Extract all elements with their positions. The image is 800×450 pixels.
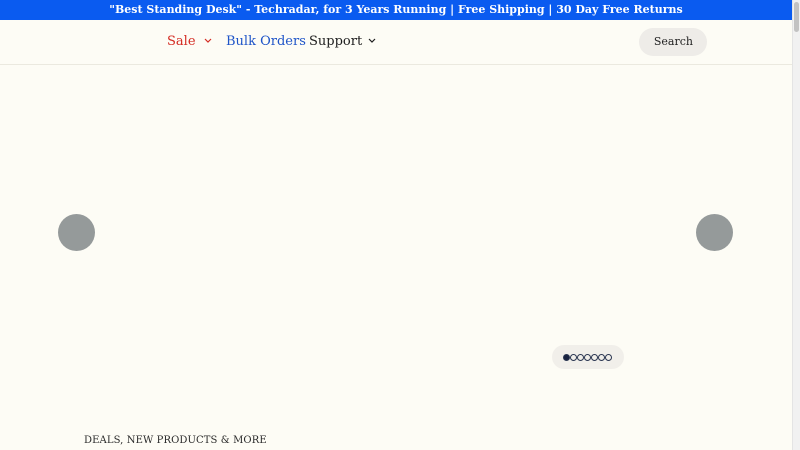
carousel-next-button[interactable] — [696, 214, 733, 251]
nav-item-support[interactable]: Support — [309, 20, 376, 64]
scrollbar-thumb[interactable] — [794, 2, 799, 32]
page: "Best Standing Desk" - Techradar, for 3 … — [0, 0, 800, 450]
carousel-dot[interactable] — [570, 354, 577, 361]
section-heading: DEALS, NEW PRODUCTS & MORE — [84, 435, 267, 446]
carousel-dot[interactable] — [598, 354, 605, 361]
carousel-dot[interactable] — [577, 354, 584, 361]
announcement-bar: "Best Standing Desk" - Techradar, for 3 … — [0, 0, 792, 20]
carousel-pagination — [552, 345, 624, 369]
chevron-down-icon — [204, 38, 212, 43]
page-scrollbar[interactable] — [792, 0, 800, 450]
site-header: Sale Bulk Orders Support Search — [0, 20, 792, 65]
carousel-dot[interactable] — [591, 354, 598, 361]
carousel-dot[interactable] — [563, 354, 570, 361]
nav-item-bulk-orders[interactable]: Bulk Orders — [226, 20, 306, 64]
nav-sale-label: Sale — [167, 34, 196, 49]
chevron-down-icon — [368, 38, 376, 43]
announcement-text: "Best Standing Desk" - Techradar, for 3 … — [109, 3, 683, 16]
nav-support-label: Support — [309, 34, 363, 49]
nav-item-sale[interactable]: Sale — [167, 20, 212, 64]
carousel-prev-button[interactable] — [58, 214, 95, 251]
search-button-label: Search — [653, 35, 693, 48]
nav-bulk-orders-label: Bulk Orders — [226, 34, 306, 49]
carousel-dot[interactable] — [605, 354, 612, 361]
search-button[interactable]: Search — [639, 28, 707, 56]
carousel-dot[interactable] — [584, 354, 591, 361]
